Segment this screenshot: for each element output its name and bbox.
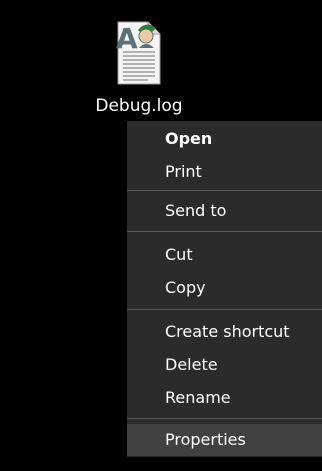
menu-separator bbox=[127, 309, 322, 310]
context-menu: Open Print Send to Cut Copy Create short… bbox=[127, 121, 322, 457]
menu-item-copy[interactable]: Copy bbox=[127, 272, 322, 304]
menu-item-cut[interactable]: Cut bbox=[127, 239, 322, 271]
menu-separator bbox=[127, 231, 322, 232]
menu-item-open[interactable]: Open bbox=[127, 123, 322, 155]
menu-separator bbox=[127, 418, 322, 419]
menu-item-delete[interactable]: Delete bbox=[127, 349, 322, 381]
menu-item-rename[interactable]: Rename bbox=[127, 382, 322, 414]
menu-item-print[interactable]: Print bbox=[127, 156, 322, 188]
file-name-label[interactable]: Debug.log bbox=[84, 96, 194, 116]
menu-separator bbox=[127, 190, 322, 191]
menu-item-create-shortcut[interactable]: Create shortcut bbox=[127, 316, 322, 348]
menu-item-properties[interactable]: Properties bbox=[127, 424, 322, 456]
svg-text:A: A bbox=[116, 22, 138, 55]
menu-item-send-to[interactable]: Send to bbox=[127, 195, 322, 227]
log-file-icon[interactable]: A bbox=[110, 18, 170, 88]
